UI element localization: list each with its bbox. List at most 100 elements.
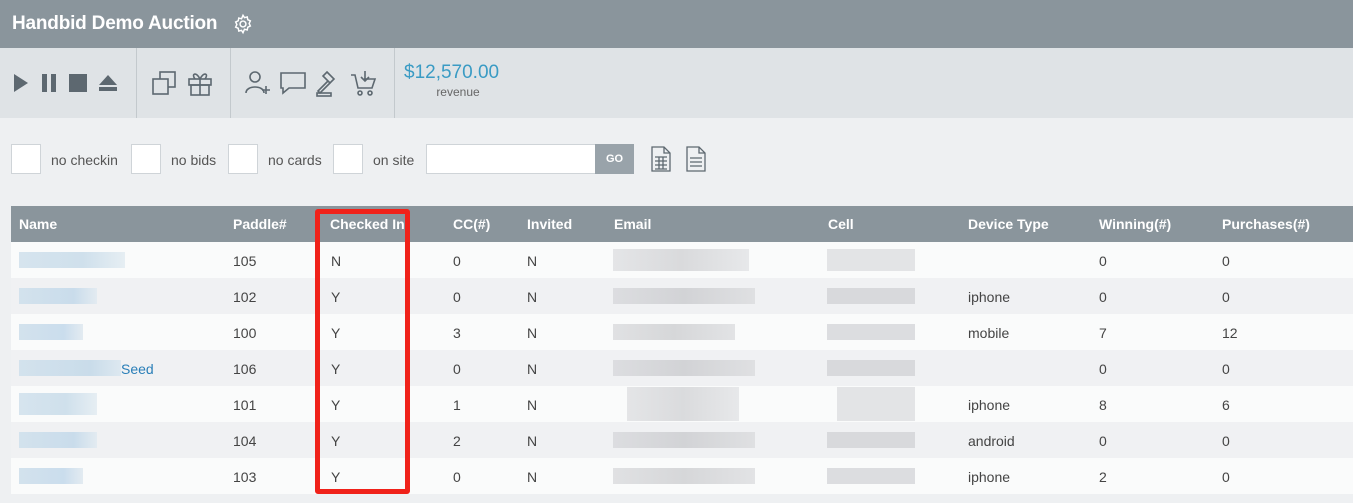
column-header-cell[interactable]: Cell xyxy=(828,216,854,232)
invited-cell: N xyxy=(527,325,538,341)
table-row[interactable]: 104 Y 2 N android 0 0 xyxy=(11,422,1353,458)
table-row[interactable]: 102 Y 0 N iphone 0 0 xyxy=(11,278,1353,314)
column-header-device-type[interactable]: Device Type xyxy=(968,216,1049,232)
title-bar: Handbid Demo Auction xyxy=(0,0,1353,48)
cc-cell: 0 xyxy=(453,289,461,305)
gift-icon[interactable] xyxy=(186,69,214,97)
checked-in-cell: Y xyxy=(331,361,341,377)
paddle-cell: 101 xyxy=(233,397,257,413)
column-header-paddle[interactable]: Paddle# xyxy=(233,216,287,232)
no-bids-checkbox[interactable] xyxy=(131,144,161,174)
purchases-cell: 0 xyxy=(1222,253,1230,269)
column-header-winning[interactable]: Winning(#) xyxy=(1099,216,1171,232)
invited-cell: N xyxy=(527,289,538,305)
checked-in-cell: Y xyxy=(331,397,341,413)
no-cards-checkbox[interactable] xyxy=(228,144,258,174)
column-header-purchases[interactable]: Purchases(#) xyxy=(1222,216,1310,232)
guest-name-link[interactable]: Seed xyxy=(121,361,154,377)
revenue-label: revenue xyxy=(436,85,480,99)
play-icon[interactable] xyxy=(12,71,30,95)
checked-in-cell: Y xyxy=(331,433,341,449)
checked-in-cell: Y xyxy=(331,289,341,305)
column-header-email[interactable]: Email xyxy=(614,216,651,232)
chat-icon[interactable] xyxy=(278,68,308,98)
table-header: Name Paddle# Checked In CC(#) Invited Em… xyxy=(11,206,1353,242)
winning-cell: 8 xyxy=(1099,397,1107,413)
revenue-summary: $12,570.00 revenue xyxy=(404,62,514,99)
device-type-cell: mobile xyxy=(968,325,1010,341)
action-controls xyxy=(244,48,378,118)
cc-cell: 0 xyxy=(453,253,461,269)
paddle-cell: 100 xyxy=(233,325,257,341)
invited-cell: N xyxy=(527,253,538,269)
cc-cell: 3 xyxy=(453,325,461,341)
no-cards-label: no cards xyxy=(268,152,322,168)
purchases-cell: 0 xyxy=(1222,361,1230,377)
paddle-cell: 102 xyxy=(233,289,257,305)
table-row[interactable]: 103 Y 0 N iphone 2 0 xyxy=(11,458,1353,494)
name-redacted[interactable] xyxy=(19,252,125,268)
invited-cell: N xyxy=(527,361,538,377)
table-row[interactable]: 101 Y 1 N iphone 8 6 xyxy=(11,386,1353,422)
no-checkin-checkbox[interactable] xyxy=(11,144,41,174)
invited-cell: N xyxy=(527,433,538,449)
winning-cell: 0 xyxy=(1099,433,1107,449)
invited-cell: N xyxy=(527,397,538,413)
cell-redacted xyxy=(827,360,915,376)
email-redacted xyxy=(627,387,739,421)
playback-controls xyxy=(12,48,119,118)
go-button[interactable]: GO xyxy=(595,144,634,174)
winning-cell: 0 xyxy=(1099,253,1107,269)
gavel-icon[interactable] xyxy=(314,68,342,98)
name-redacted[interactable] xyxy=(19,393,97,415)
stop-icon[interactable] xyxy=(67,71,89,95)
table-row[interactable]: 100 Y 3 N mobile 7 12 xyxy=(11,314,1353,350)
purchases-cell: 0 xyxy=(1222,469,1230,485)
name-redacted[interactable] xyxy=(19,288,97,304)
email-redacted xyxy=(613,288,755,304)
cc-cell: 1 xyxy=(453,397,461,413)
name-redacted[interactable] xyxy=(19,432,97,448)
checked-in-cell: Y xyxy=(331,469,341,485)
name-redacted[interactable] xyxy=(19,324,83,340)
checked-in-cell: N xyxy=(331,253,342,269)
device-type-cell: iphone xyxy=(968,397,1011,413)
winning-cell: 7 xyxy=(1099,325,1107,341)
name-redacted[interactable] xyxy=(19,468,83,484)
table-row[interactable]: 105 N 0 N 0 0 xyxy=(11,242,1353,278)
pause-icon[interactable] xyxy=(40,71,58,95)
cell-redacted xyxy=(827,432,915,448)
toolbar-divider xyxy=(230,48,231,118)
document-icon[interactable] xyxy=(686,146,706,177)
purchases-cell: 6 xyxy=(1222,397,1230,413)
cc-cell: 0 xyxy=(453,361,461,377)
column-header-checked-in[interactable]: Checked In xyxy=(330,216,405,232)
revenue-amount: $12,570.00 xyxy=(404,62,500,83)
cell-redacted xyxy=(827,468,915,484)
column-header-name[interactable]: Name xyxy=(19,216,57,232)
eject-icon[interactable] xyxy=(97,71,119,95)
name-redacted[interactable] xyxy=(19,360,121,376)
copy-icon[interactable] xyxy=(150,69,178,97)
auction-title: Handbid Demo Auction xyxy=(12,13,218,34)
column-header-cc[interactable]: CC(#) xyxy=(453,216,490,232)
search-input[interactable] xyxy=(426,144,596,174)
cc-cell: 0 xyxy=(453,469,461,485)
paddle-cell: 106 xyxy=(233,361,257,377)
device-type-cell: android xyxy=(968,433,1015,449)
purchases-cell: 0 xyxy=(1222,289,1230,305)
cell-redacted xyxy=(837,387,915,421)
cart-download-icon[interactable] xyxy=(348,68,378,98)
toolbar-divider xyxy=(394,48,395,118)
on-site-checkbox[interactable] xyxy=(333,144,363,174)
email-redacted xyxy=(613,324,735,340)
spreadsheet-icon[interactable] xyxy=(651,146,671,177)
gear-icon[interactable] xyxy=(231,12,255,36)
email-redacted xyxy=(613,432,755,448)
add-user-icon[interactable] xyxy=(244,68,272,98)
column-header-invited[interactable]: Invited xyxy=(527,216,572,232)
table-row[interactable]: Seed 106 Y 0 N 0 0 xyxy=(11,350,1353,386)
winning-cell: 0 xyxy=(1099,289,1107,305)
guests-table: Name Paddle# Checked In CC(#) Invited Em… xyxy=(11,206,1353,494)
invited-cell: N xyxy=(527,469,538,485)
